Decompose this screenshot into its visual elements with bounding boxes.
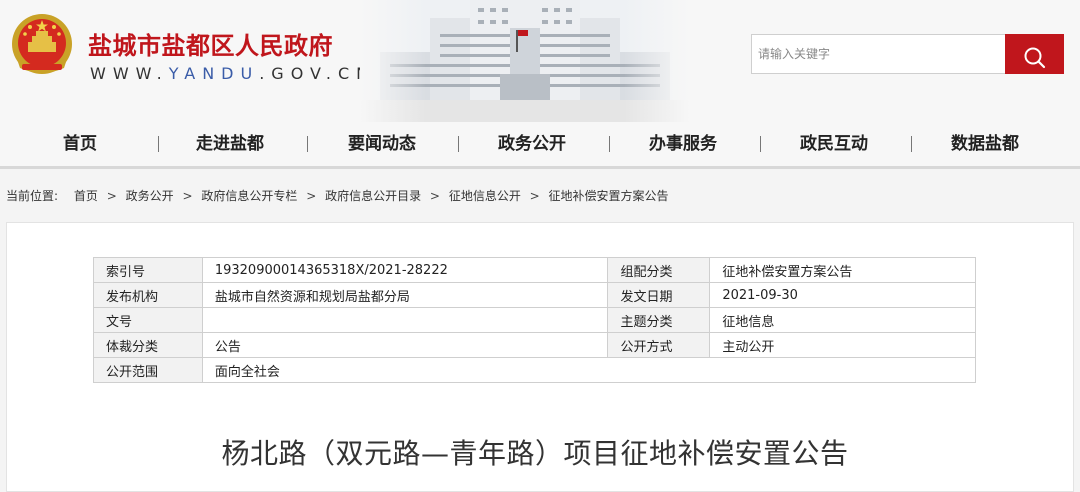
- nav-item-gov-affairs[interactable]: 政务公开: [482, 122, 582, 166]
- breadcrumb-item[interactable]: 政府信息公开目录: [325, 189, 421, 203]
- meta-label-scope: 公开范围: [93, 357, 203, 383]
- nav-separator: [307, 136, 308, 152]
- meta-value-index: 19320900014365318X/2021-28222: [201, 257, 609, 283]
- url-highlight: YANDU: [168, 64, 260, 83]
- site-header: 盐城市盐都区人民政府 WWW.YANDU.GOV.CN: [0, 0, 1080, 122]
- meta-value-doc-number: [201, 307, 609, 333]
- breadcrumb-item[interactable]: 征地信息公开: [449, 189, 521, 203]
- nav-separator: [458, 136, 459, 152]
- url-prefix: WWW.: [90, 64, 169, 83]
- nav-separator: [609, 136, 610, 152]
- meta-label-index: 索引号: [93, 257, 203, 283]
- nav-item-about[interactable]: 走进盐都: [180, 122, 280, 166]
- breadcrumb-separator: >: [429, 189, 440, 203]
- meta-value-date: 2021-09-30: [709, 282, 976, 308]
- article-title: 杨北路（双元路—青年路）项目征地补偿安置公告: [221, 437, 849, 470]
- breadcrumb-separator: >: [529, 189, 540, 203]
- document-metadata-table: 索引号 19320900014365318X/2021-28222 组配分类 征…: [93, 257, 977, 383]
- nav-separator: [911, 136, 912, 152]
- meta-value-scope: 面向全社会: [201, 357, 977, 383]
- breadcrumb-item-current[interactable]: 征地补偿安置方案公告: [549, 189, 669, 203]
- breadcrumb-item[interactable]: 政府信息公开专栏: [201, 189, 297, 203]
- nav-item-home[interactable]: 首页: [40, 122, 120, 166]
- meta-label-doc-number: 文号: [93, 307, 203, 333]
- table-row: 发布机构 盐城市自然资源和规划局盐都分局 发文日期 2021-09-30: [93, 282, 976, 308]
- meta-value-topic: 征地信息: [709, 307, 976, 333]
- nav-item-interaction[interactable]: 政民互动: [784, 122, 884, 166]
- meta-value-publisher: 盐城市自然资源和规划局盐都分局: [201, 282, 609, 308]
- search-input[interactable]: [751, 34, 1013, 74]
- main-nav: 首页 走进盐都 要闻动态 政务公开 办事服务 政民互动 数据盐都: [0, 122, 1080, 169]
- site-title[interactable]: 盐城市盐都区人民政府: [88, 26, 333, 61]
- search-box: [751, 34, 1064, 74]
- breadcrumb-item[interactable]: 首页: [74, 189, 98, 203]
- breadcrumb-separator: >: [306, 189, 317, 203]
- breadcrumb-item[interactable]: 政务公开: [126, 189, 174, 203]
- government-building-banner: [360, 0, 690, 122]
- table-row: 索引号 19320900014365318X/2021-28222 组配分类 征…: [93, 257, 976, 283]
- table-row: 公开范围 面向全社会: [93, 357, 977, 383]
- site-url: WWW.YANDU.GOV.CN: [90, 64, 375, 83]
- nav-item-services[interactable]: 办事服务: [633, 122, 733, 166]
- national-emblem-icon: [12, 14, 72, 74]
- nav-separator: [760, 136, 761, 152]
- meta-value-disclosure-method: 主动公开: [709, 332, 976, 358]
- breadcrumb: 当前位置: 首页 > 政务公开 > 政府信息公开专栏 > 政府信息公开目录 > …: [6, 187, 669, 204]
- table-row: 文号 主题分类 征地信息: [93, 307, 976, 333]
- url-suffix: .GOV.CN: [259, 64, 376, 83]
- breadcrumb-label: 当前位置:: [6, 189, 59, 203]
- breadcrumb-separator: >: [106, 189, 117, 203]
- table-row: 体裁分类 公告 公开方式 主动公开: [93, 332, 976, 358]
- meta-label-topic: 主题分类: [607, 307, 711, 333]
- meta-label-date: 发文日期: [607, 282, 711, 308]
- meta-label-publisher: 发布机构: [93, 282, 203, 308]
- meta-label-genre: 体裁分类: [93, 332, 203, 358]
- breadcrumb-separator: >: [182, 189, 193, 203]
- nav-separator: [158, 136, 159, 152]
- meta-value-category: 征地补偿安置方案公告: [709, 257, 976, 283]
- nav-item-news[interactable]: 要闻动态: [332, 122, 432, 166]
- meta-label-disclosure-method: 公开方式: [607, 332, 711, 358]
- nav-item-data[interactable]: 数据盐都: [935, 122, 1035, 166]
- search-icon: [1024, 47, 1045, 68]
- meta-label-category: 组配分类: [607, 257, 711, 283]
- search-button[interactable]: [1005, 34, 1064, 74]
- meta-value-genre: 公告: [201, 332, 609, 358]
